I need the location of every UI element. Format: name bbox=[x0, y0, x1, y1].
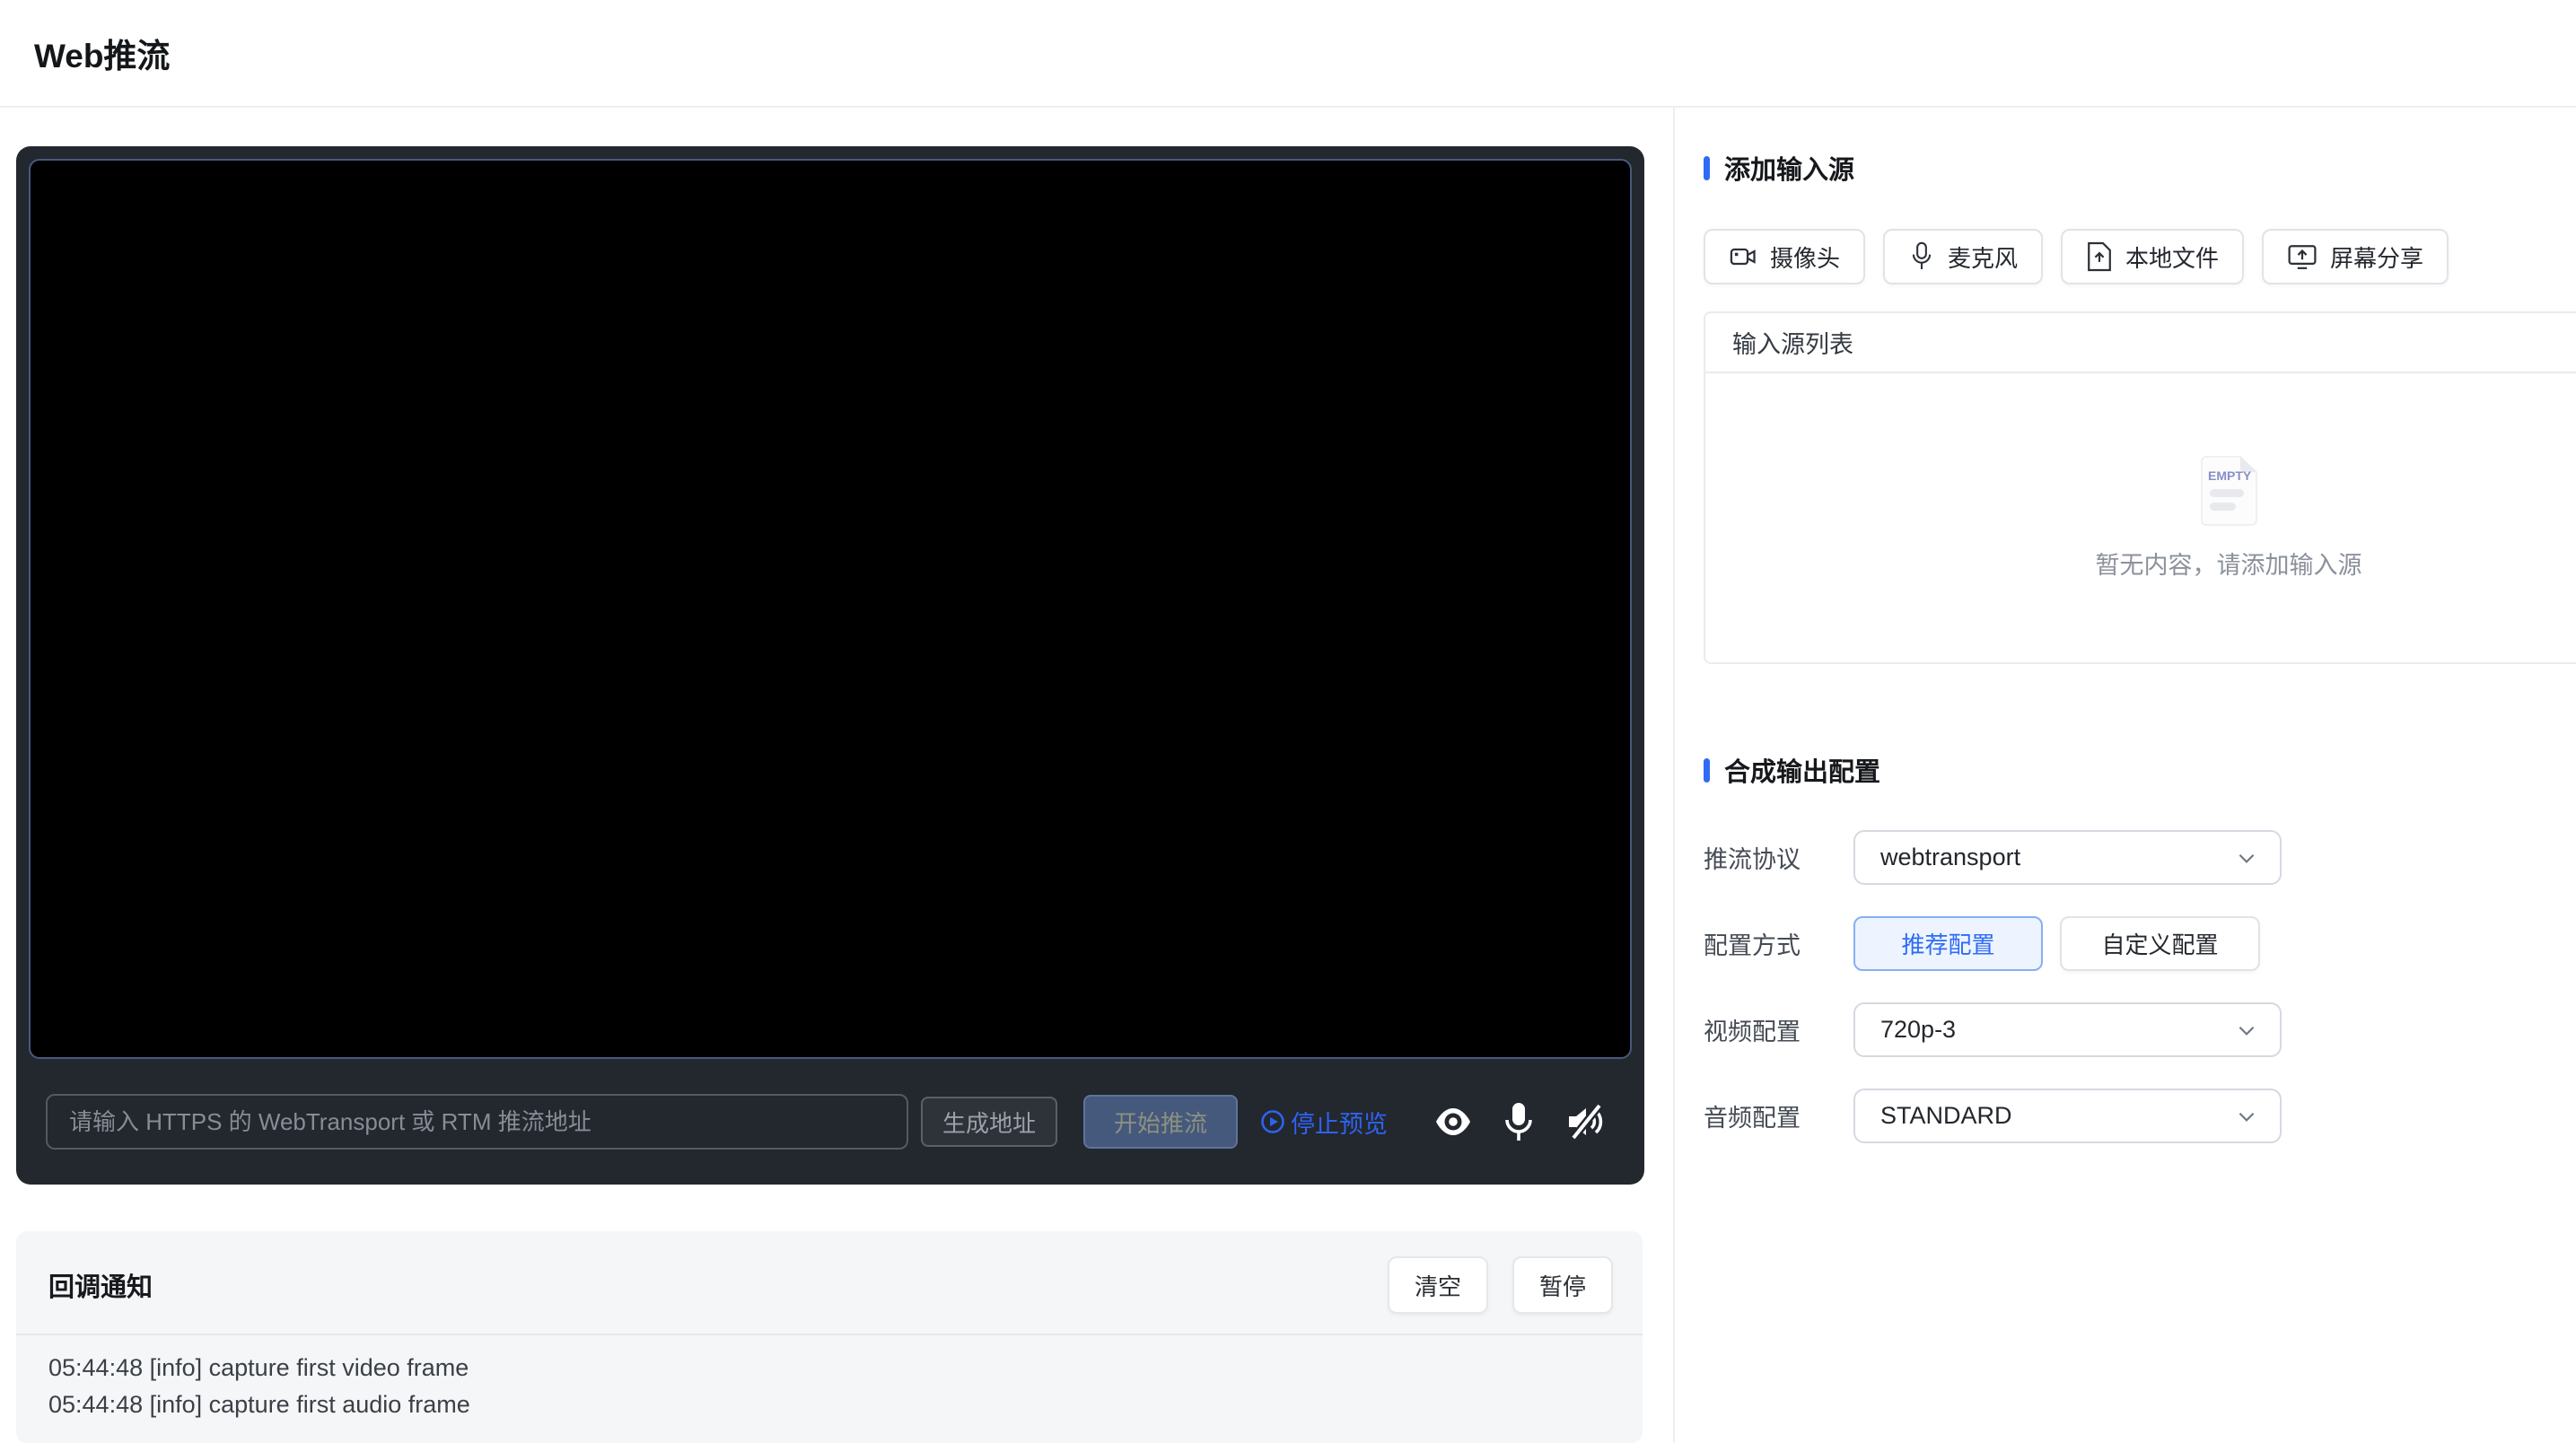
config-mode-row: 配置方式 推荐配置 自定义配置 bbox=[1704, 916, 2576, 971]
protocol-row: 推流协议 webtransport bbox=[1704, 830, 2576, 885]
left-column: 生成地址 开始推流 停止预览 bbox=[0, 108, 1675, 1443]
camera-icon bbox=[1729, 242, 1757, 271]
chevron-down-icon bbox=[2235, 1019, 2258, 1042]
video-config-row: 视频配置 720p-3 bbox=[1704, 1002, 2576, 1057]
source-list-header: 输入源列表 bbox=[1705, 313, 2576, 373]
video-preview bbox=[29, 159, 1632, 1059]
custom-config-button[interactable]: 自定义配置 bbox=[2060, 916, 2260, 971]
speaker-muted-icon[interactable] bbox=[1565, 1103, 1607, 1141]
page-header: Web推流 bbox=[0, 0, 2576, 108]
microphone-source-label: 麦克风 bbox=[1948, 244, 2019, 272]
output-config-section-header: 合成输出配置 bbox=[1704, 751, 2576, 789]
player-control-bar: 生成地址 开始推流 停止预览 bbox=[29, 1059, 1632, 1185]
page-title: Web推流 bbox=[34, 38, 171, 74]
main-layout: 生成地址 开始推流 停止预览 bbox=[0, 108, 2576, 1443]
screen-share-source-button[interactable]: 屏幕分享 bbox=[2262, 229, 2449, 284]
callback-header: 回调通知 清空 暂停 bbox=[16, 1231, 1643, 1334]
video-config-select[interactable]: 720p-3 bbox=[1853, 1002, 2282, 1057]
microphone-source-button[interactable]: 麦克风 bbox=[1883, 229, 2044, 284]
right-column: 添加输入源 摄像头 麦克风 本地文件 屏幕分享 输入源列表 EMPTY 暂无内容… bbox=[1675, 108, 2576, 1443]
start-push-button[interactable]: 开始推流 bbox=[1083, 1095, 1239, 1149]
section-accent-bar bbox=[1704, 757, 1710, 783]
audio-config-label: 音频配置 bbox=[1704, 1105, 1801, 1132]
push-url-input[interactable] bbox=[46, 1094, 908, 1150]
empty-state-text: 暂无内容，请添加输入源 bbox=[2095, 551, 2362, 579]
audio-config-select[interactable]: STANDARD bbox=[1853, 1089, 2282, 1143]
callback-actions: 清空 暂停 bbox=[1387, 1256, 1613, 1314]
protocol-value: webtransport bbox=[1880, 844, 2021, 870]
media-toggle-icons bbox=[1434, 1101, 1607, 1142]
log-line: 05:44:48 [info] capture first audio fram… bbox=[48, 1391, 470, 1418]
chevron-down-icon bbox=[2235, 846, 2258, 870]
add-source-title: 添加输入源 bbox=[1724, 156, 1855, 185]
microphone-icon[interactable] bbox=[1503, 1101, 1535, 1142]
clear-logs-button[interactable]: 清空 bbox=[1387, 1256, 1488, 1314]
callback-panel: 回调通知 清空 暂停 05:44:48 [info] capture first… bbox=[16, 1231, 1643, 1443]
eye-icon[interactable] bbox=[1434, 1106, 1472, 1137]
video-config-label: 视频配置 bbox=[1704, 1019, 1801, 1045]
camera-source-button[interactable]: 摄像头 bbox=[1704, 229, 1866, 284]
log-line: 05:44:48 [info] capture first video fram… bbox=[48, 1354, 469, 1381]
chevron-down-icon bbox=[2235, 1105, 2258, 1128]
recommended-config-button[interactable]: 推荐配置 bbox=[1853, 916, 2043, 971]
video-player-card: 生成地址 开始推流 停止预览 bbox=[16, 146, 1644, 1185]
camera-source-label: 摄像头 bbox=[1770, 244, 1841, 272]
add-source-section-header: 添加输入源 bbox=[1704, 149, 2576, 187]
source-list-panel: 输入源列表 EMPTY 暂无内容，请添加输入源 bbox=[1704, 311, 2576, 664]
generate-url-button[interactable]: 生成地址 bbox=[921, 1097, 1058, 1147]
protocol-select[interactable]: webtransport bbox=[1853, 830, 2282, 885]
microphone-outline-icon bbox=[1908, 241, 1935, 272]
empty-document-icon: EMPTY bbox=[2200, 455, 2257, 526]
log-area: 05:44:48 [info] capture first video fram… bbox=[16, 1334, 1643, 1423]
play-circle-icon bbox=[1260, 1109, 1285, 1134]
source-buttons: 摄像头 麦克风 本地文件 屏幕分享 bbox=[1704, 229, 2576, 284]
video-config-value: 720p-3 bbox=[1880, 1016, 1957, 1043]
source-list-empty-state: EMPTY 暂无内容，请添加输入源 bbox=[1705, 373, 2576, 662]
callback-title: 回调通知 bbox=[48, 1273, 153, 1302]
stop-preview-label: 停止预览 bbox=[1291, 1110, 1389, 1138]
audio-config-value: STANDARD bbox=[1880, 1102, 2012, 1129]
screen-share-icon bbox=[2287, 242, 2318, 271]
file-upload-icon bbox=[2086, 241, 2113, 272]
config-mode-label: 配置方式 bbox=[1704, 932, 1801, 959]
stop-preview-link[interactable]: 停止预览 bbox=[1260, 1105, 1388, 1140]
pause-logs-button[interactable]: 暂停 bbox=[1511, 1256, 1613, 1314]
empty-icon-label: EMPTY bbox=[2208, 468, 2252, 483]
output-config-form: 推流协议 webtransport 配置方式 推荐配置 自定义配置 视频配置 7… bbox=[1704, 830, 2576, 1143]
section-accent-bar bbox=[1704, 155, 1710, 180]
local-file-source-button[interactable]: 本地文件 bbox=[2061, 229, 2245, 284]
screen-share-source-label: 屏幕分享 bbox=[2330, 244, 2424, 272]
protocol-label: 推流协议 bbox=[1704, 846, 1801, 873]
local-file-source-label: 本地文件 bbox=[2125, 244, 2220, 272]
output-config-title: 合成输出配置 bbox=[1724, 758, 1881, 787]
audio-config-row: 音频配置 STANDARD bbox=[1704, 1089, 2576, 1143]
